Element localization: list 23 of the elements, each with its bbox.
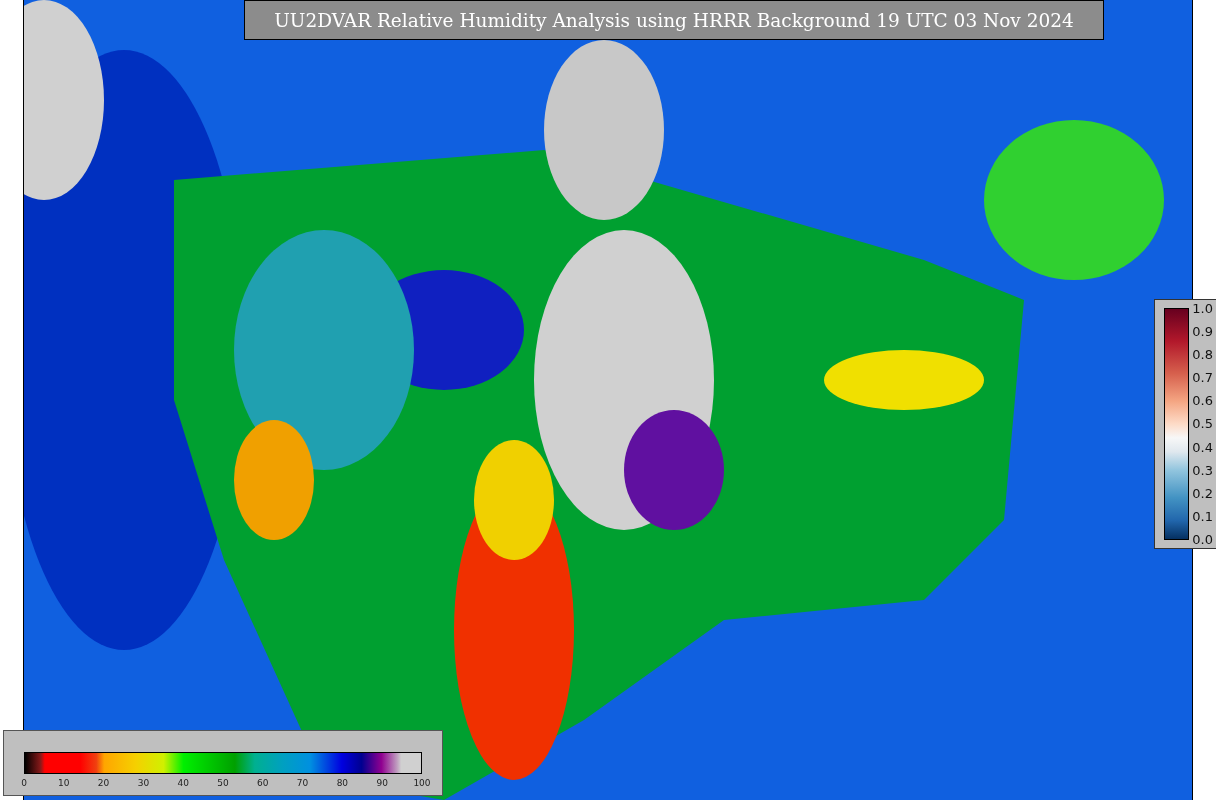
map-title: UU2DVAR Relative Humidity Analysis using HRRR Background 19 UTC 03 Nov 2024 xyxy=(244,0,1104,40)
tick-label: 80 xyxy=(335,778,350,788)
tick-label: 70 xyxy=(295,778,310,788)
tick-label: 0.6 xyxy=(1192,393,1213,409)
tick-label: 60 xyxy=(256,778,270,788)
tick-label: 100 xyxy=(412,778,432,788)
tick-label: 90 xyxy=(375,778,389,788)
tick-label: 0.0 xyxy=(1192,531,1213,547)
tick-label: 0.7 xyxy=(1192,370,1213,386)
tick-label: 0.9 xyxy=(1192,324,1213,340)
tick-label: 1.0 xyxy=(1192,301,1213,316)
tick-label: 40 xyxy=(176,778,190,788)
tick-label: 20 xyxy=(96,778,111,788)
tick-label: 30 xyxy=(136,778,151,788)
tick-label: 10 xyxy=(57,778,71,788)
tick-label: 0.8 xyxy=(1192,347,1213,363)
tick-label: 0.3 xyxy=(1192,462,1213,478)
tick-label: 0.4 xyxy=(1192,439,1213,455)
tick-label: 0.1 xyxy=(1192,508,1213,524)
tick-label: 0.5 xyxy=(1192,416,1213,432)
tick-label: 0 xyxy=(20,778,28,788)
tick-label: 50 xyxy=(216,778,230,788)
tick-label: 0.2 xyxy=(1192,485,1213,501)
